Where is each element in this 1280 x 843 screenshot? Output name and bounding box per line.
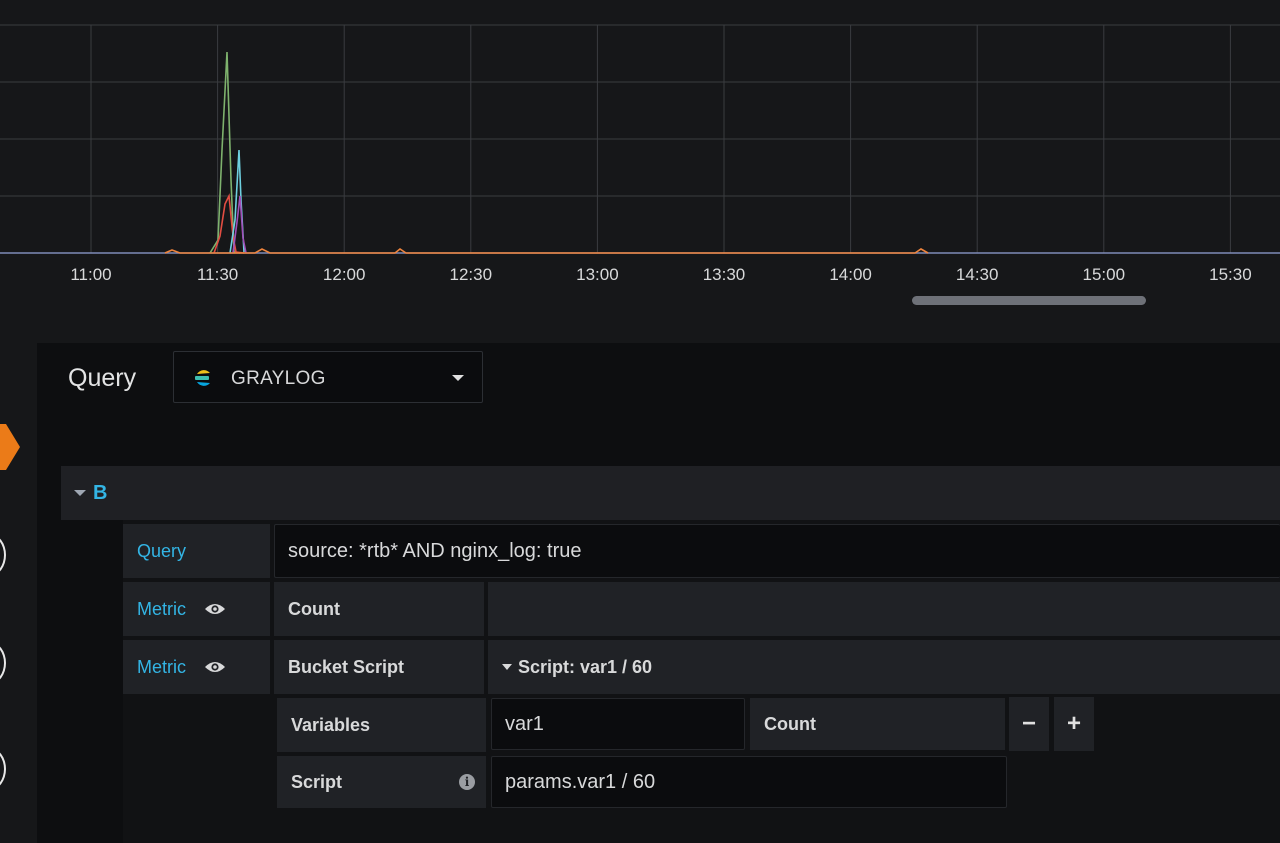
x-axis-tick-label: 12:00 — [323, 265, 366, 284]
script-input[interactable]: params.var1 / 60 — [491, 756, 1007, 808]
x-axis-tick-label: 13:30 — [703, 265, 746, 284]
remove-variable-button[interactable]: − — [1009, 697, 1049, 751]
general-tab-icon[interactable] — [0, 642, 6, 684]
datasource-name: GRAYLOG — [231, 368, 326, 389]
collapse-caret-icon[interactable] — [74, 490, 86, 496]
query-input[interactable]: source: *rtb* AND nginx_log: true — [274, 524, 1280, 578]
visualization-tab-icon[interactable] — [0, 534, 6, 576]
x-axis-tick-label: 13:00 — [576, 265, 619, 284]
x-axis-tick-label: 11:00 — [70, 265, 111, 284]
x-axis-tick-label: 15:00 — [1083, 265, 1126, 284]
metric-label-text: Metric — [137, 656, 186, 677]
script-label: Script — [277, 756, 486, 808]
x-axis-tick-label: 14:30 — [956, 265, 999, 284]
elasticsearch-logo-icon — [195, 370, 210, 386]
metric-label[interactable]: Metric — [123, 640, 270, 694]
add-variable-button[interactable]: + — [1054, 697, 1094, 751]
variable-name-input[interactable]: var1 — [491, 698, 745, 750]
x-axis-tick-label: 11:30 — [197, 265, 238, 284]
editor-heading: Query — [68, 364, 137, 392]
alert-tab-icon[interactable] — [0, 748, 6, 790]
datasource-picker[interactable]: GRAYLOG — [173, 351, 483, 403]
query-ref-id[interactable]: B — [93, 482, 107, 505]
eye-icon[interactable] — [204, 602, 226, 616]
metric-type-select[interactable]: Count — [274, 582, 484, 636]
variable-metric-select[interactable]: Count — [750, 698, 1005, 750]
query-row-header[interactable] — [61, 466, 1280, 520]
bucket-script-summary: Script: var1 / 60 — [518, 656, 653, 677]
caret-down-icon — [502, 664, 512, 670]
x-axis-tick-label: 14:00 — [829, 265, 872, 284]
x-axis-tick-label: 15:30 — [1209, 265, 1252, 284]
metric-label[interactable]: Metric — [123, 582, 270, 636]
query-label: Query — [123, 524, 270, 578]
series-line-orange — [164, 248, 929, 254]
chevron-down-icon — [452, 375, 464, 381]
metric-settings[interactable] — [488, 582, 1280, 636]
info-icon[interactable]: i — [459, 774, 475, 790]
metric-label-text: Metric — [137, 598, 186, 619]
graph-panel: 11:00 11:30 12:00 12:30 13:00 13:30 14:00 14:30… — [0, 0, 1280, 330]
time-series-graph: 11:00 11:30 12:00 12:30 13:00 13:30 14:00 14:30… — [0, 24, 1280, 284]
legend-scrollbar[interactable] — [912, 296, 1146, 305]
metric-type-select[interactable]: Bucket Script — [274, 640, 484, 694]
variables-label: Variables — [277, 698, 486, 752]
x-axis-tick-label: 12:30 — [450, 265, 493, 284]
bucket-script-settings-toggle[interactable]: Script: var1 / 60 — [488, 640, 1280, 694]
query-tab-icon[interactable] — [0, 424, 20, 470]
eye-icon[interactable] — [204, 660, 226, 674]
